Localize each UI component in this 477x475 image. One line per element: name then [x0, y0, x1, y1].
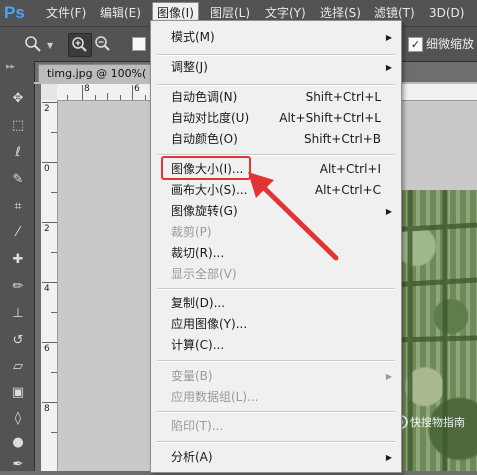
- menu-item-trap: 陷印(T)...: [171, 419, 224, 433]
- ruler-corner[interactable]: [41, 84, 58, 101]
- zoom-in-icon[interactable]: [68, 33, 92, 57]
- photoshop-logo: Ps: [4, 3, 25, 22]
- clone-stamp-tool-icon[interactable]: ⊥: [7, 304, 29, 324]
- zoom-out-icon[interactable]: [92, 33, 114, 55]
- menu-edit[interactable]: 编辑(E): [96, 3, 145, 23]
- lasso-tool-icon[interactable]: ℓ: [7, 143, 29, 163]
- crop-tool-icon[interactable]: ⌗: [7, 197, 29, 217]
- menu-item-apply-image[interactable]: 应用图像(Y)...: [151, 314, 401, 335]
- menu-item-auto-contrast[interactable]: 自动对比度(U) Alt+Shift+Ctrl+L: [151, 108, 401, 129]
- menu-item-calculations[interactable]: 计算(C)...: [151, 335, 401, 356]
- blur-tool-icon[interactable]: ◊: [7, 409, 29, 429]
- ruler-number: 6: [44, 344, 50, 354]
- ruler-number: 4: [44, 284, 50, 294]
- ruler-number: 6: [134, 84, 140, 94]
- fine-zoom-checkbox[interactable]: ✓: [408, 37, 423, 52]
- submenu-arrow-icon: ▶: [385, 372, 392, 381]
- red-arrow-annotation-icon: [248, 172, 339, 261]
- document-tab[interactable]: timg.jpg @ 100%(: [38, 64, 163, 83]
- menu-item-adjustments[interactable]: 调整(J) ▶: [151, 57, 401, 78]
- ruler-number: 2: [44, 224, 50, 234]
- move-tool-icon[interactable]: ✥: [7, 89, 29, 109]
- menu-item-mode[interactable]: 模式(M) ▶: [151, 27, 401, 48]
- submenu-arrow-icon: ▶: [385, 33, 392, 42]
- brush-tool-icon[interactable]: ✏: [7, 277, 29, 297]
- submenu-arrow-icon: ▶: [385, 207, 392, 216]
- menu-item-analysis[interactable]: 分析(A) ▶: [151, 447, 401, 468]
- ruler-number: 2: [44, 104, 50, 114]
- menu-item-apply-data-set: 应用数据组(L)...: [171, 390, 259, 404]
- watermark-text: 快搜物指南: [410, 416, 465, 429]
- menu-item-auto-color[interactable]: 自动颜色(O) Shift+Ctrl+B: [151, 129, 401, 150]
- submenu-arrow-icon: ▶: [385, 453, 392, 462]
- resize-windows-checkbox[interactable]: [132, 37, 146, 51]
- menu-3d[interactable]: 3D(D): [425, 3, 468, 23]
- menu-file[interactable]: 文件(F): [42, 3, 90, 23]
- ruler-number: 8: [44, 404, 50, 414]
- toolbox: ▸▸ ✥ ⬚ ℓ ✎ ⌗ ⁄ ✚ ✏ ⊥ ↺ ▱ ▣ ◊ ● ✒: [0, 61, 35, 472]
- chevron-down-icon[interactable]: ▼: [47, 41, 53, 50]
- quick-select-tool-icon[interactable]: ✎: [7, 170, 29, 190]
- toolbox-collapse-icon[interactable]: ▸▸: [6, 62, 15, 72]
- menu-item-auto-tone[interactable]: 自动色调(N) Shift+Ctrl+L: [151, 87, 401, 108]
- healing-brush-tool-icon[interactable]: ✚: [7, 250, 29, 270]
- marquee-tool-icon[interactable]: ⬚: [7, 116, 29, 136]
- submenu-arrow-icon: ▶: [385, 63, 392, 72]
- ruler-number: 0: [44, 164, 50, 174]
- watermark: 快搜物指南: [392, 412, 477, 442]
- eraser-tool-icon[interactable]: ▱: [7, 357, 29, 377]
- menu-item-duplicate[interactable]: 复制(D)...: [151, 293, 401, 314]
- zoom-tool-preset-icon[interactable]: [22, 33, 44, 55]
- highlight-annotation-box: [161, 156, 251, 180]
- gradient-tool-icon[interactable]: ▣: [7, 383, 29, 403]
- history-brush-tool-icon[interactable]: ↺: [7, 331, 29, 351]
- ruler-vertical[interactable]: 2 0 2 4 6 8: [41, 100, 58, 471]
- dodge-tool-icon[interactable]: ●: [7, 433, 29, 453]
- ruler-number: 8: [84, 84, 90, 94]
- pen-tool-icon[interactable]: ✒: [7, 455, 29, 475]
- fine-zoom-label: 细微缩放: [426, 37, 475, 51]
- menu-item-variables: 变量(B) ▶: [151, 366, 401, 387]
- eyedropper-tool-icon[interactable]: ⁄: [7, 223, 29, 243]
